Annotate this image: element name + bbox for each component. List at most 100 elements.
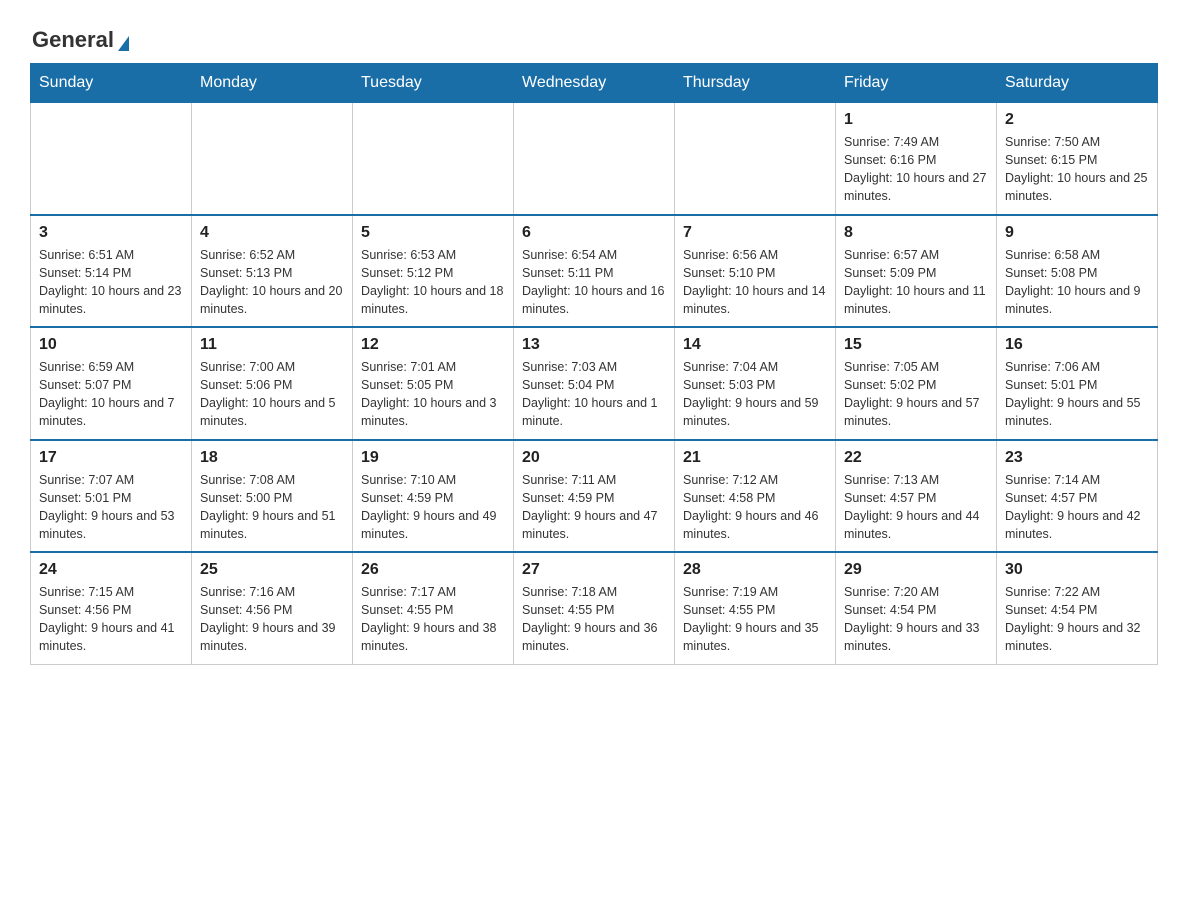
day-number: 23 [1005, 449, 1149, 467]
calendar-week-row: 3 Sunrise: 6:51 AM Sunset: 5:14 PM Daylig… [31, 215, 1158, 328]
calendar-cell: 25 Sunrise: 7:16 AM Sunset: 4:56 PM Dayli… [192, 552, 353, 664]
day-number: 18 [200, 449, 344, 467]
calendar-cell [353, 103, 514, 215]
day-number: 13 [522, 336, 666, 354]
calendar-cell: 27 Sunrise: 7:18 AM Sunset: 4:55 PM Dayli… [514, 552, 675, 664]
day-info: Sunrise: 7:03 AM Sunset: 5:04 PM Dayligh… [522, 358, 666, 431]
calendar-cell: 13 Sunrise: 7:03 AM Sunset: 5:04 PM Dayli… [514, 327, 675, 440]
day-number: 16 [1005, 336, 1149, 354]
day-number: 19 [361, 449, 505, 467]
col-header-tuesday: Tuesday [353, 64, 514, 103]
day-info: Sunrise: 7:12 AM Sunset: 4:58 PM Dayligh… [683, 471, 827, 544]
day-number: 9 [1005, 224, 1149, 242]
day-number: 25 [200, 561, 344, 579]
col-header-wednesday: Wednesday [514, 64, 675, 103]
calendar-cell: 22 Sunrise: 7:13 AM Sunset: 4:57 PM Dayli… [836, 440, 997, 553]
day-number: 26 [361, 561, 505, 579]
day-number: 3 [39, 224, 183, 242]
day-info: Sunrise: 7:13 AM Sunset: 4:57 PM Dayligh… [844, 471, 988, 544]
day-number: 20 [522, 449, 666, 467]
logo: General [30, 20, 131, 53]
day-number: 7 [683, 224, 827, 242]
calendar-cell: 11Sunrise: 7:00 AM Sunset: 5:06 PM Dayli… [192, 327, 353, 440]
day-number: 8 [844, 224, 988, 242]
day-info: Sunrise: 6:54 AM Sunset: 5:11 PM Dayligh… [522, 246, 666, 319]
day-info: Sunrise: 6:59 AM Sunset: 5:07 PM Dayligh… [39, 358, 183, 431]
calendar-cell [514, 103, 675, 215]
day-info: Sunrise: 7:17 AM Sunset: 4:55 PM Dayligh… [361, 583, 505, 656]
day-info: Sunrise: 7:16 AM Sunset: 4:56 PM Dayligh… [200, 583, 344, 656]
day-number: 29 [844, 561, 988, 579]
calendar-cell: 3 Sunrise: 6:51 AM Sunset: 5:14 PM Daylig… [31, 215, 192, 328]
day-info: Sunrise: 7:08 AM Sunset: 5:00 PM Dayligh… [200, 471, 344, 544]
page-header: General [30, 20, 1158, 53]
calendar-week-row: 1 Sunrise: 7:49 AM Sunset: 6:16 PM Daylig… [31, 103, 1158, 215]
day-info: Sunrise: 7:50 AM Sunset: 6:15 PM Dayligh… [1005, 133, 1149, 206]
calendar-cell: 18 Sunrise: 7:08 AM Sunset: 5:00 PM Dayli… [192, 440, 353, 553]
calendar-cell [31, 103, 192, 215]
logo-general-text2: General [32, 27, 114, 53]
calendar-cell: 9 Sunrise: 6:58 AM Sunset: 5:08 PM Daylig… [997, 215, 1158, 328]
day-number: 11 [200, 336, 344, 354]
day-number: 28 [683, 561, 827, 579]
calendar-cell: 12Sunrise: 7:01 AM Sunset: 5:05 PM Dayli… [353, 327, 514, 440]
day-number: 21 [683, 449, 827, 467]
calendar-cell: 29Sunrise: 7:20 AM Sunset: 4:54 PM Dayli… [836, 552, 997, 664]
day-info: Sunrise: 6:57 AM Sunset: 5:09 PM Dayligh… [844, 246, 988, 319]
day-info: Sunrise: 6:53 AM Sunset: 5:12 PM Dayligh… [361, 246, 505, 319]
calendar-cell: 2 Sunrise: 7:50 AM Sunset: 6:15 PM Daylig… [997, 103, 1158, 215]
logo-triangle-icon [118, 36, 129, 51]
day-number: 6 [522, 224, 666, 242]
day-number: 14 [683, 336, 827, 354]
day-number: 12 [361, 336, 505, 354]
calendar-cell: 7Sunrise: 6:56 AM Sunset: 5:10 PM Daylig… [675, 215, 836, 328]
day-info: Sunrise: 7:15 AM Sunset: 4:56 PM Dayligh… [39, 583, 183, 656]
calendar-cell: 20Sunrise: 7:11 AM Sunset: 4:59 PM Dayli… [514, 440, 675, 553]
day-info: Sunrise: 7:14 AM Sunset: 4:57 PM Dayligh… [1005, 471, 1149, 544]
day-number: 15 [844, 336, 988, 354]
calendar-header-row: SundayMondayTuesdayWednesdayThursdayFrid… [31, 64, 1158, 103]
calendar-cell: 26 Sunrise: 7:17 AM Sunset: 4:55 PM Dayli… [353, 552, 514, 664]
calendar-cell: 15Sunrise: 7:05 AM Sunset: 5:02 PM Dayli… [836, 327, 997, 440]
calendar-cell: 1 Sunrise: 7:49 AM Sunset: 6:16 PM Daylig… [836, 103, 997, 215]
col-header-saturday: Saturday [997, 64, 1158, 103]
calendar-week-row: 24 Sunrise: 7:15 AM Sunset: 4:56 PM Dayli… [31, 552, 1158, 664]
calendar-cell: 17 Sunrise: 7:07 AM Sunset: 5:01 PM Dayli… [31, 440, 192, 553]
day-info: Sunrise: 6:51 AM Sunset: 5:14 PM Dayligh… [39, 246, 183, 319]
day-number: 24 [39, 561, 183, 579]
calendar-cell: 16 Sunrise: 7:06 AM Sunset: 5:01 PM Dayli… [997, 327, 1158, 440]
day-info: Sunrise: 7:07 AM Sunset: 5:01 PM Dayligh… [39, 471, 183, 544]
calendar-cell: 21 Sunrise: 7:12 AM Sunset: 4:58 PM Dayli… [675, 440, 836, 553]
calendar-week-row: 10 Sunrise: 6:59 AM Sunset: 5:07 PM Dayli… [31, 327, 1158, 440]
calendar-cell: 30Sunrise: 7:22 AM Sunset: 4:54 PM Dayli… [997, 552, 1158, 664]
day-number: 17 [39, 449, 183, 467]
calendar-cell: 19 Sunrise: 7:10 AM Sunset: 4:59 PM Dayli… [353, 440, 514, 553]
day-info: Sunrise: 7:49 AM Sunset: 6:16 PM Dayligh… [844, 133, 988, 206]
day-number: 22 [844, 449, 988, 467]
day-info: Sunrise: 7:18 AM Sunset: 4:55 PM Dayligh… [522, 583, 666, 656]
day-number: 10 [39, 336, 183, 354]
calendar-cell: 8 Sunrise: 6:57 AM Sunset: 5:09 PM Daylig… [836, 215, 997, 328]
calendar-cell [192, 103, 353, 215]
calendar-cell [675, 103, 836, 215]
calendar-week-row: 17 Sunrise: 7:07 AM Sunset: 5:01 PM Dayli… [31, 440, 1158, 553]
calendar-cell: 5Sunrise: 6:53 AM Sunset: 5:12 PM Daylig… [353, 215, 514, 328]
calendar-cell: 6 Sunrise: 6:54 AM Sunset: 5:11 PM Daylig… [514, 215, 675, 328]
day-info: Sunrise: 7:10 AM Sunset: 4:59 PM Dayligh… [361, 471, 505, 544]
day-info: Sunrise: 6:58 AM Sunset: 5:08 PM Dayligh… [1005, 246, 1149, 319]
day-info: Sunrise: 7:22 AM Sunset: 4:54 PM Dayligh… [1005, 583, 1149, 656]
day-number: 4 [200, 224, 344, 242]
col-header-thursday: Thursday [675, 64, 836, 103]
day-info: Sunrise: 7:06 AM Sunset: 5:01 PM Dayligh… [1005, 358, 1149, 431]
calendar-cell: 28 Sunrise: 7:19 AM Sunset: 4:55 PM Dayli… [675, 552, 836, 664]
calendar-table: SundayMondayTuesdayWednesdayThursdayFrid… [30, 63, 1158, 665]
calendar-cell: 14Sunrise: 7:04 AM Sunset: 5:03 PM Dayli… [675, 327, 836, 440]
calendar-cell: 10 Sunrise: 6:59 AM Sunset: 5:07 PM Dayli… [31, 327, 192, 440]
day-number: 27 [522, 561, 666, 579]
col-header-sunday: Sunday [31, 64, 192, 103]
day-info: Sunrise: 7:19 AM Sunset: 4:55 PM Dayligh… [683, 583, 827, 656]
day-number: 1 [844, 111, 988, 129]
day-number: 2 [1005, 111, 1149, 129]
calendar-cell: 23 Sunrise: 7:14 AM Sunset: 4:57 PM Dayli… [997, 440, 1158, 553]
col-header-monday: Monday [192, 64, 353, 103]
